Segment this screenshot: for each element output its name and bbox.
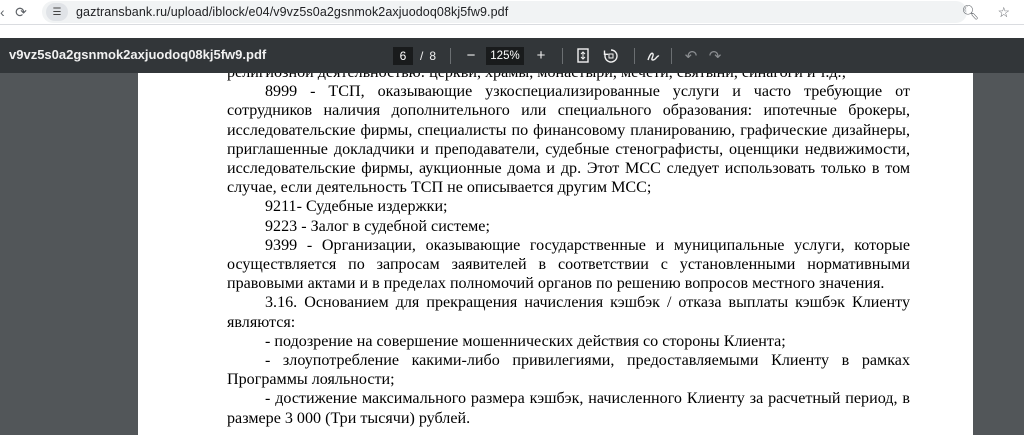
total-pages: 8 — [429, 48, 437, 63]
divider — [634, 47, 635, 64]
pdf-page: религиозной деятельностью: церкви, храмы… — [138, 73, 973, 435]
zoom-level-input[interactable]: 125% — [486, 46, 524, 65]
divider — [450, 47, 451, 64]
doc-bullet-3: - достижение максимального размера кэшбэ… — [227, 390, 910, 427]
page-separator: / — [420, 48, 424, 63]
zoom-icon[interactable]: 🔍︎ — [962, 4, 980, 21]
bookmark-star-icon[interactable]: ☆ — [997, 4, 1010, 21]
doc-line-1: религиозной деятельностью: церкви, храмы… — [227, 73, 910, 82]
document-text: религиозной деятельностью: церкви, храмы… — [227, 73, 910, 428]
back-icon[interactable]: ‹ — [0, 0, 8, 25]
doc-bullet-1: - подозрение на совершение мошеннических… — [265, 332, 786, 350]
page-indicator: 6 / 8 — [393, 38, 436, 73]
zoom-in-button[interactable]: + — [530, 45, 552, 67]
doc-paragraph-9223: 9223 - Залог в судебной системе; — [265, 217, 490, 235]
doc-paragraph-8999: 8999 - ТСП, оказывающие узкоспециализиро… — [227, 83, 910, 197]
toolbar-gap — [0, 25, 1024, 38]
url-text[interactable]: gaztransbank.ru/upload/iblock/e04/v9vz5s… — [76, 5, 508, 19]
site-settings-icon[interactable]: ☰ — [46, 3, 68, 21]
omnibox[interactable]: ☰ gaztransbank.ru/upload/iblock/e04/v9vz… — [42, 1, 967, 23]
doc-bullet-2: - злоупотребление какими-либо привилегия… — [227, 352, 910, 389]
divider — [671, 47, 672, 64]
doc-paragraph-9211: 9211- Судебные издержки; — [265, 198, 448, 216]
annotate-icon[interactable] — [643, 45, 665, 67]
divider — [562, 47, 563, 64]
fit-page-icon[interactable] — [572, 45, 594, 67]
zoom-out-button[interactable]: − — [460, 45, 482, 67]
pdf-toolbar: v9vz5s0a2gsnmok2axjuodoq08kj5fw9.pdf 6 /… — [0, 38, 1024, 73]
doc-paragraph-3-16: 3.16. Основанием для прекращения начисле… — [227, 294, 910, 331]
rotate-icon[interactable] — [600, 45, 622, 67]
reload-icon[interactable]: ⟳ — [8, 0, 34, 25]
undo-icon[interactable]: ↶ — [680, 45, 702, 67]
browser-address-bar: ‹ ⟳ ☰ gaztransbank.ru/upload/iblock/e04/… — [0, 0, 1024, 25]
pdf-viewer[interactable]: религиозной деятельностью: церкви, храмы… — [0, 73, 1024, 435]
doc-paragraph-9399: 9399 - Организации, оказывающие государс… — [227, 236, 910, 293]
page-number-input[interactable]: 6 — [393, 46, 413, 65]
redo-icon[interactable]: ↷ — [704, 45, 726, 67]
pdf-filename: v9vz5s0a2gsnmok2axjuodoq08kj5fw9.pdf — [9, 47, 267, 62]
